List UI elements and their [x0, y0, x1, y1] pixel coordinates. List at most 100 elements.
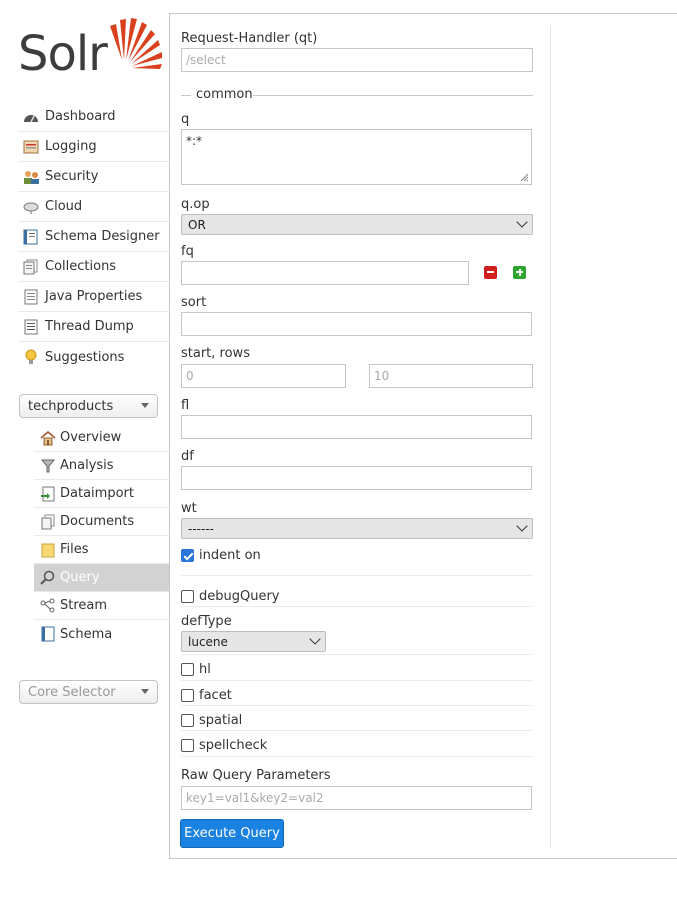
separator [181, 575, 533, 576]
deftype-label: defType [181, 614, 232, 629]
core-selector[interactable]: Core Selector [19, 680, 158, 704]
core-menu-item-overview[interactable]: Overview [34, 424, 169, 452]
minus-icon [487, 271, 494, 273]
core-menu-label: Schema [60, 626, 113, 642]
nav-item-label: Dashboard [45, 109, 116, 124]
logging-icon [22, 139, 40, 155]
debugquery-checkbox[interactable] [181, 590, 194, 603]
remove-fq-button[interactable] [484, 266, 497, 279]
security-icon [22, 169, 40, 185]
wt-value: ------ [188, 521, 214, 536]
core-menu-label: Query [60, 570, 100, 585]
request-handler-input[interactable] [181, 48, 533, 72]
separator [181, 756, 533, 757]
indent-option[interactable]: indent on [181, 548, 261, 563]
deftype-value: lucene [188, 634, 228, 649]
core-menu-item-query[interactable]: Query [34, 564, 169, 592]
start-input[interactable] [181, 364, 346, 388]
core-selector-placeholder: Core Selector [28, 684, 116, 700]
sunburst-icon [110, 18, 162, 69]
sort-input[interactable] [181, 312, 532, 336]
caret-down-icon [141, 689, 149, 694]
nav-item-thread-dump[interactable]: Thread Dump [18, 312, 169, 342]
execute-query-button[interactable]: Execute Query [180, 819, 284, 848]
resize-grip-icon[interactable] [520, 173, 529, 182]
dashboard-icon [22, 109, 40, 125]
spellcheck-option[interactable]: spellcheck [181, 738, 267, 753]
funnel-icon [40, 458, 56, 474]
core-menu-item-schema[interactable]: Schema [34, 620, 169, 648]
nav-item-logging[interactable]: Logging [18, 132, 169, 162]
chevron-down-icon [309, 633, 321, 645]
common-legend: common [196, 87, 253, 102]
core-dropdown-value: techproducts [28, 398, 114, 414]
add-fq-button[interactable] [513, 266, 526, 279]
core-menu-item-stream[interactable]: Stream [34, 592, 169, 620]
cloud-icon [22, 199, 40, 215]
separator [181, 680, 533, 681]
dataimport-icon [40, 486, 56, 502]
core-menu-item-files[interactable]: Files [34, 536, 169, 564]
spatial-checkbox[interactable] [181, 714, 194, 727]
core-dropdown[interactable]: techproducts [19, 394, 158, 418]
df-label: df [181, 449, 194, 464]
nav-item-security[interactable]: Security [18, 162, 169, 192]
facet-checkbox[interactable] [181, 689, 194, 702]
folder-icon [40, 542, 56, 558]
spellcheck-label: spellcheck [199, 738, 268, 753]
chevron-down-icon [516, 216, 528, 228]
schema-designer-icon [22, 229, 40, 245]
qop-select[interactable]: OR [181, 214, 533, 235]
raw-params-label: Raw Query Parameters [181, 768, 331, 783]
qop-label: q.op [181, 197, 210, 212]
core-menu-item-documents[interactable]: Documents [34, 508, 169, 536]
nav-item-collections[interactable]: Collections [18, 252, 169, 282]
fieldset-line [181, 95, 191, 96]
caret-down-icon [141, 403, 149, 408]
fq-label: fq [181, 244, 194, 259]
nav-item-suggestions[interactable]: Suggestions [18, 342, 169, 372]
df-input[interactable] [181, 466, 532, 490]
nav-item-dashboard[interactable]: Dashboard [18, 102, 169, 132]
fl-label: fl [181, 398, 190, 413]
main-nav: Dashboard Logging Security Cloud Schema … [18, 102, 169, 372]
core-menu-item-dataimport[interactable]: Dataimport [34, 480, 169, 508]
fq-input[interactable] [181, 261, 469, 285]
spatial-option[interactable]: spatial [181, 713, 242, 728]
hl-option[interactable]: hl [181, 662, 211, 677]
wt-select[interactable]: ------ [181, 518, 533, 539]
fl-input[interactable] [181, 415, 532, 439]
solr-logo[interactable]: Solr [18, 12, 162, 82]
nav-item-label: Suggestions [45, 349, 125, 365]
collections-icon [22, 259, 40, 275]
raw-params-input[interactable] [181, 786, 532, 810]
request-handler-label: Request-Handler (qt) [181, 31, 318, 46]
facet-label: facet [199, 688, 232, 703]
nav-item-label: Collections [45, 259, 117, 274]
indent-checkbox[interactable] [181, 549, 194, 562]
deftype-select[interactable]: lucene [181, 631, 326, 652]
stream-icon [40, 598, 56, 614]
nav-item-label: Thread Dump [45, 319, 134, 334]
core-menu-label: Overview [60, 430, 122, 445]
indent-label: indent on [199, 548, 261, 563]
schema-icon [40, 626, 56, 642]
nav-item-java-properties[interactable]: Java Properties [18, 282, 169, 312]
rows-input[interactable] [369, 364, 533, 388]
common-fieldset: common [181, 87, 533, 103]
debugquery-option[interactable]: debugQuery [181, 589, 280, 604]
core-menu-item-analysis[interactable]: Analysis [34, 452, 169, 480]
hl-label: hl [199, 662, 211, 677]
q-textarea[interactable]: *:* [181, 129, 532, 185]
nav-item-label: Cloud [45, 199, 83, 214]
separator [181, 730, 533, 731]
facet-option[interactable]: facet [181, 688, 232, 703]
spellcheck-checkbox[interactable] [181, 739, 194, 752]
nav-item-label: Security [45, 169, 99, 184]
spatial-label: spatial [199, 713, 243, 728]
logo-wordmark: Solr [18, 26, 108, 82]
hl-checkbox[interactable] [181, 663, 194, 676]
nav-item-schema-designer[interactable]: Schema Designer [18, 222, 169, 252]
core-menu: Overview Analysis Dataimport Documents F… [34, 424, 169, 648]
nav-item-cloud[interactable]: Cloud [18, 192, 169, 222]
